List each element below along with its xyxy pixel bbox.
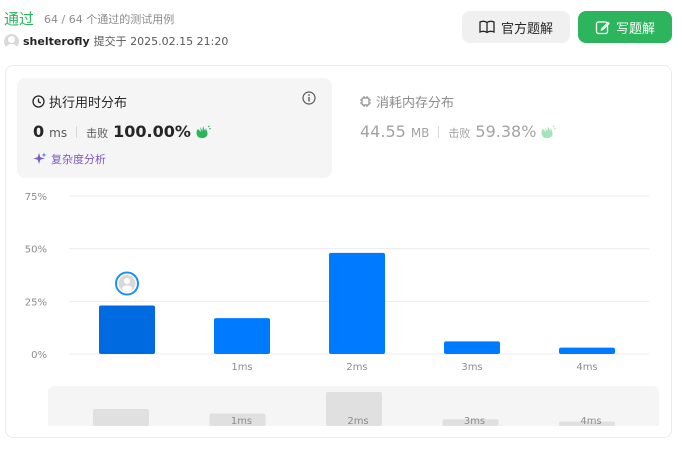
edit-icon: [595, 20, 610, 34]
bar-4ms[interactable]: [559, 347, 615, 354]
bar-2ms[interactable]: [329, 252, 385, 354]
memory-beats-label: 击败: [448, 127, 471, 140]
memory-title: 消耗内存分布: [359, 92, 454, 111]
book-icon: [479, 20, 495, 34]
runtime-value: 0: [33, 122, 45, 141]
divider: [76, 125, 78, 138]
official-solution-label: 官方题解: [500, 21, 553, 37]
overview-bar-4ms[interactable]: [559, 421, 615, 426]
overview-bar-2ms[interactable]: [326, 392, 382, 426]
clap-icon: [541, 124, 557, 138]
submission-time: 提交于 2025.02.15 21:20: [93, 35, 229, 48]
test-cases-summary: 64 / 64 个通过的测试用例: [44, 13, 175, 26]
memory-title-label: 消耗内存分布: [376, 96, 455, 111]
my-submission-avatar[interactable]: [115, 271, 139, 296]
runtime-beats-value: 100.00%: [113, 122, 191, 141]
write-solution-label: 写题解: [615, 21, 655, 37]
clock-icon: [32, 95, 45, 108]
status-accepted: 通过: [4, 10, 35, 28]
username-link[interactable]: shelterofly: [23, 35, 90, 48]
memory-value: 44.55: [360, 122, 406, 141]
bar-1ms[interactable]: [214, 318, 270, 354]
sparkle-icon: [33, 152, 47, 164]
write-solution-button[interactable]: 写题解: [578, 11, 672, 43]
overview-bar-3ms[interactable]: [442, 419, 499, 426]
runtime-unit: ms: [49, 126, 68, 140]
complexity-analysis-link[interactable]: 复杂度分析: [33, 151, 106, 167]
overview-bar-0ms[interactable]: [93, 409, 149, 426]
official-solution-button[interactable]: 官方题解: [462, 11, 570, 43]
runtime-metric: 0 ms 击败 100.00%: [33, 122, 211, 141]
runtime-title-label: 执行用时分布: [49, 96, 128, 111]
info-icon[interactable]: [302, 91, 316, 105]
user-avatar[interactable]: [4, 33, 19, 49]
runtime-title: 执行用时分布: [32, 92, 127, 111]
bar-0ms[interactable]: [99, 305, 155, 354]
runtime-panel[interactable]: 执行用时分布 0 ms 击败 100.00% 复杂度分析: [17, 78, 332, 178]
complexity-label: 复杂度分析: [51, 153, 106, 166]
chip-icon: [360, 96, 371, 107]
memory-beats-value: 59.38%: [475, 122, 537, 141]
memory-unit: MB: [410, 126, 430, 140]
memory-panel[interactable]: 消耗内存分布 44.55 MB 击败 59.38%: [344, 78, 659, 178]
overview-bar-1ms[interactable]: [209, 413, 266, 426]
bar-3ms[interactable]: [444, 341, 500, 354]
divider: [438, 125, 440, 138]
submission-info: shelterofly 提交于 2025.02.15 21:20: [4, 33, 228, 49]
runtime-beats-label: 击败: [86, 127, 109, 140]
memory-metric: 44.55 MB 击败 59.38%: [360, 122, 557, 141]
clap-icon: [196, 124, 211, 138]
